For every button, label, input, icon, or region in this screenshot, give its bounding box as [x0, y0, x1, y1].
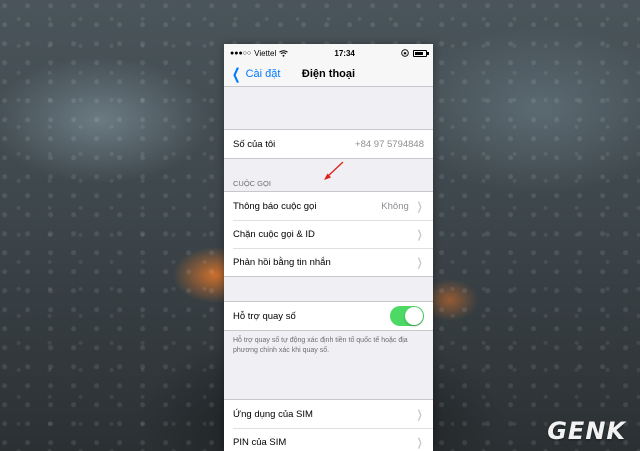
orientation-lock-icon: [401, 49, 409, 57]
dial-assist-group: Hỗ trợ quay số: [224, 301, 433, 331]
sim-apps-row[interactable]: Ứng dụng của SIM ❯: [224, 400, 433, 428]
chevron-left-icon: ❮: [231, 65, 241, 83]
sim-pin-label: PIN của SIM: [233, 436, 287, 448]
status-time: 17:34: [334, 48, 355, 58]
respond-with-text-row[interactable]: Phản hồi bằng tin nhắn ❯: [224, 248, 433, 276]
chevron-right-icon: ❯: [416, 436, 423, 449]
dial-assist-label: Hỗ trợ quay số: [233, 310, 296, 322]
back-button[interactable]: ❮ Cài đặt: [224, 65, 281, 83]
genk-logo: GENK: [547, 417, 626, 445]
call-announcement-value: Không: [381, 200, 409, 212]
call-blocking-label: Chặn cuộc gọi & ID: [233, 228, 315, 240]
navigation-bar: ❮ Cài đặt Điện thoại: [224, 62, 433, 87]
call-announcement-label: Thông báo cuộc gọi: [233, 200, 317, 212]
calls-group: Thông báo cuộc gọi Không ❯ Chặn cuộc gọi…: [224, 191, 433, 277]
dial-assist-row: Hỗ trợ quay số: [224, 302, 433, 330]
chevron-right-icon: ❯: [416, 408, 423, 421]
sim-apps-label: Ứng dụng của SIM: [233, 408, 313, 420]
status-bar: ●●●○○ Viettel 17:34: [224, 44, 433, 62]
dial-assist-footer: Hỗ trợ quay số tự động xác định tiền tố …: [233, 337, 408, 355]
battery-icon: [412, 49, 429, 57]
wifi-icon: [279, 49, 289, 57]
chevron-right-icon: ❯: [416, 200, 423, 213]
my-number-label: Số của tôi: [233, 138, 276, 150]
call-announcement-row[interactable]: Thông báo cuộc gọi Không ❯: [224, 192, 433, 220]
chevron-right-icon: ❯: [416, 228, 423, 241]
call-blocking-row[interactable]: Chặn cuộc gọi & ID ❯: [224, 220, 433, 248]
dial-assist-toggle[interactable]: [390, 306, 424, 326]
my-number-row[interactable]: Số của tôi +84 97 5794848: [224, 130, 433, 158]
sim-group: Ứng dụng của SIM ❯ PIN của SIM ❯: [224, 399, 433, 451]
annotation-arrow-icon: [324, 161, 344, 180]
back-label: Cài đặt: [245, 68, 281, 80]
chevron-right-icon: ❯: [416, 256, 423, 269]
my-number-group: Số của tôi +84 97 5794848: [224, 129, 433, 159]
phone-screen: ●●●○○ Viettel 17:34 ❮ Cài đặt Điện thoại: [224, 44, 433, 451]
signal-icon: ●●●○○: [230, 49, 252, 57]
carrier-name: Viettel: [254, 48, 277, 58]
status-left: ●●●○○ Viettel: [230, 48, 289, 58]
sim-pin-row[interactable]: PIN của SIM ❯: [224, 428, 433, 451]
respond-with-text-label: Phản hồi bằng tin nhắn: [233, 256, 331, 268]
status-right: [401, 49, 429, 57]
toggle-knob: [405, 307, 423, 325]
my-number-value: +84 97 5794848: [355, 138, 424, 150]
